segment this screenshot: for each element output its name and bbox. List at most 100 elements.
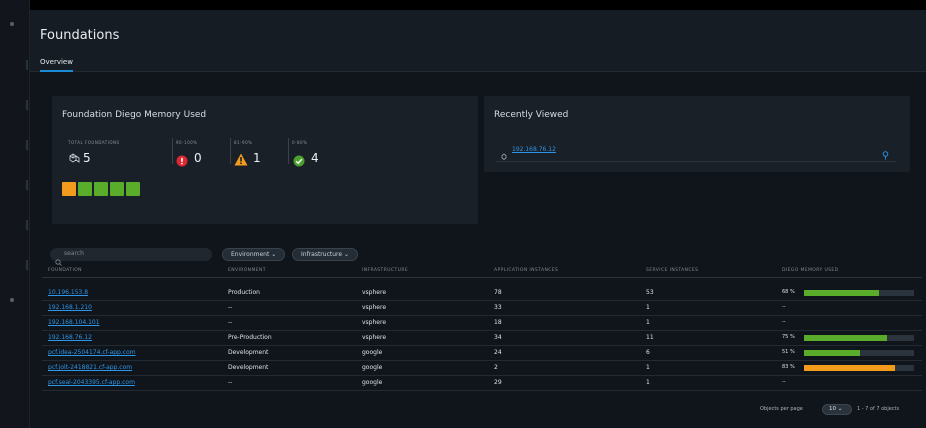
infrastructure-cell: vsphere [362, 304, 387, 311]
nav-divider [26, 60, 28, 70]
chevron-down-icon: ⌄ [343, 251, 350, 258]
metric-label: 0-80% [292, 140, 308, 145]
foundation-link[interactable]: 192.168.1.210 [48, 304, 92, 311]
memory-bar [804, 290, 914, 296]
memory-bar [804, 350, 914, 356]
left-nav-rail [0, 0, 30, 428]
column-header[interactable]: SERVICE INSTANCES [646, 268, 698, 273]
swatch-foundation[interactable] [110, 182, 124, 196]
healthy-count-value: 4 [311, 151, 319, 165]
recently-viewed-item[interactable]: 192.168.76.12 [496, 144, 896, 162]
pagination: Objects per page 10 ⌄ 1 - 7 of 7 objects [760, 403, 900, 417]
foundation-link[interactable]: pcf.seal-2043395.cf-app.com [48, 379, 135, 386]
environment-cell: Production [228, 289, 260, 296]
environment-cell: Development [228, 349, 269, 356]
table-row: 192.168.1.210 -- vsphere 33 1 -- [42, 301, 922, 316]
service-instances-cell: 6 [646, 349, 650, 356]
metric-divider [230, 138, 231, 164]
app-instances-cell: 29 [494, 379, 502, 386]
app-instances-cell: 2 [494, 364, 498, 371]
table-row: pcf.jolt-2418821.cf-app.com Development … [42, 361, 922, 376]
recently-viewed-title: Recently Viewed [494, 110, 569, 120]
service-instances-cell: 1 [646, 364, 650, 371]
swatch-foundation[interactable] [126, 182, 140, 196]
check-circle-icon [293, 152, 305, 171]
memory-bar-fill [804, 335, 887, 341]
nav-divider [26, 140, 28, 150]
memory-bar [804, 335, 914, 341]
nav-divider [26, 180, 28, 190]
infrastructure-cell: vsphere [362, 319, 387, 326]
infrastructure-filter[interactable]: Infrastructure ⌄ [292, 248, 359, 261]
swatch-foundation[interactable] [62, 182, 76, 196]
pagination-range: 1 - 7 of 7 objects [857, 406, 900, 412]
nav-divider [26, 220, 28, 230]
table-row: 10.196.153.8 Production vsphere 78 53 68… [42, 286, 922, 301]
page-header: Foundations Overview [30, 10, 926, 72]
nav-dot-icon[interactable] [10, 298, 14, 302]
column-header[interactable]: APPLICATION INSTANCES [494, 268, 558, 273]
swatch-foundation[interactable] [94, 182, 108, 196]
recently-viewed-card: Recently Viewed 192.168.76.12 [484, 96, 910, 172]
infrastructure-cell: google [362, 379, 383, 386]
memory-percent: -- [782, 379, 786, 385]
nav-dot-icon[interactable] [10, 22, 14, 26]
memory-percent: 68 % [782, 289, 795, 295]
table-row: 192.168.76.12 Pre-Production vsphere 34 … [42, 331, 922, 346]
environment-filter[interactable]: Environment ⌄ [222, 248, 286, 261]
error-circle-icon [176, 152, 188, 171]
warning-triangle-icon [234, 151, 248, 170]
pin-icon[interactable] [882, 145, 889, 164]
tab-overview[interactable]: Overview [40, 58, 73, 72]
infrastructure-cell: vsphere [362, 289, 387, 296]
foundation-small-icon [500, 146, 509, 165]
column-header[interactable]: DIEGO MEMORY USED [782, 268, 839, 273]
memory-swatch-strip [62, 182, 142, 196]
memory-percent: -- [782, 319, 786, 325]
nav-divider [26, 260, 28, 270]
foundation-link[interactable]: 10.196.153.8 [48, 289, 88, 296]
metric-label: 81-90% [234, 140, 253, 145]
infrastructure-cell: google [362, 364, 383, 371]
memory-bar-fill [804, 365, 896, 371]
environment-cell: -- [228, 319, 233, 326]
per-page-select[interactable]: 10 ⌄ [822, 404, 852, 415]
per-page-value: 10 [829, 406, 836, 412]
top-bar [30, 0, 926, 10]
search-input[interactable]: search [50, 248, 212, 266]
memory-percent: 75 % [782, 334, 795, 340]
memory-bar-fill [804, 350, 861, 356]
foundation-link[interactable]: 192.168.104.101 [48, 319, 100, 326]
column-header[interactable]: INFRASTRUCTURE [362, 268, 408, 273]
service-instances-cell: 1 [646, 379, 650, 386]
service-instances-cell: 1 [646, 304, 650, 311]
app-instances-cell: 24 [494, 349, 502, 356]
recently-viewed-link[interactable]: 192.168.76.12 [512, 146, 556, 153]
foundation-link[interactable]: 192.168.76.12 [48, 334, 92, 341]
infrastructure-cell: google [362, 349, 383, 356]
infrastructure-filter-label: Infrastructure [301, 251, 343, 258]
foundation-link[interactable]: pcf.idea-2504174.cf-app.com [48, 349, 136, 356]
search-placeholder: search [64, 250, 84, 257]
swatch-foundation[interactable] [78, 182, 92, 196]
column-header[interactable]: FOUNDATION [48, 268, 82, 273]
environment-filter-label: Environment [231, 251, 270, 258]
service-instances-cell: 53 [646, 289, 654, 296]
foundation-link[interactable]: pcf.jolt-2418821.cf-app.com [48, 364, 132, 371]
infrastructure-cell: vsphere [362, 334, 387, 341]
memory-card: Foundation Diego Memory Used TOTAL FOUND… [52, 96, 478, 224]
chevron-down-icon: ⌄ [837, 406, 843, 412]
environment-cell: -- [228, 379, 233, 386]
table-row: 192.168.104.101 -- vsphere 18 1 -- [42, 316, 922, 331]
foundations-icon [67, 151, 81, 170]
metric-divider [288, 138, 289, 164]
column-header[interactable]: ENVIRONMENT [228, 268, 266, 273]
environment-cell: Pre-Production [228, 334, 272, 341]
metric-label: TOTAL FOUNDATIONS [68, 140, 120, 145]
app-instances-cell: 34 [494, 334, 502, 341]
memory-percent: 51 % [782, 349, 795, 355]
main-content: Foundations Overview Foundation Diego Me… [30, 10, 926, 428]
table-row: pcf.idea-2504174.cf-app.com Development … [42, 346, 922, 361]
environment-cell: -- [228, 304, 233, 311]
table-row: pcf.seal-2043395.cf-app.com -- google 29… [42, 376, 922, 391]
